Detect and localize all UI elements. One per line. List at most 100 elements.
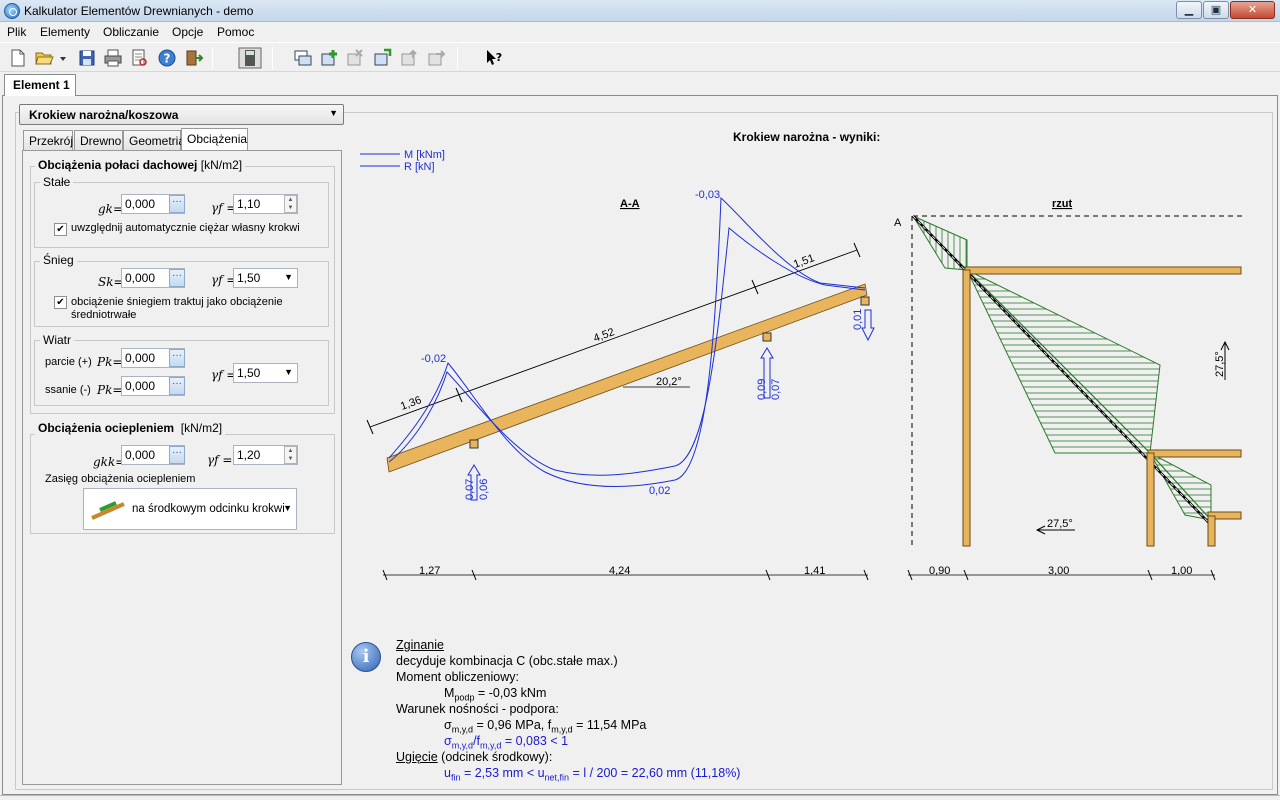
insulation-unit: [kN/m2]	[180, 421, 223, 435]
gkk-dialog-button[interactable]: ···	[169, 446, 185, 464]
gf-insulation-spinner[interactable]: ▲ ▼	[284, 446, 297, 464]
diagram-title: Krokiew narożna - wyniki:	[733, 130, 880, 144]
print-preview-icon[interactable]	[129, 48, 149, 68]
self-weight-checkbox[interactable]: ✔	[54, 223, 67, 236]
dim-tick	[751, 279, 759, 295]
wind-pressure-dialog-button[interactable]: ···	[169, 349, 185, 367]
pk-suction-label: Pk=	[97, 383, 123, 397]
windows-icon[interactable]	[293, 48, 313, 68]
move-up-icon[interactable]	[399, 48, 419, 68]
support-2	[762, 332, 772, 342]
moment-label-2: 0,02	[649, 485, 670, 497]
element-type-value: Krokiew narożna/koszowa	[29, 108, 179, 122]
roof-loads-title: Obciążenia połaci dachowej [kN/m2]	[35, 158, 246, 172]
results-text: i Zginanie decyduje kombinacja C (obc.st…	[345, 630, 845, 790]
wind-suction-dialog-button[interactable]: ···	[169, 377, 185, 395]
insulation-title: Obciążenia ociepleniem [kN/m2]	[35, 421, 226, 435]
close-button[interactable]: ✕	[1230, 1, 1275, 19]
span-label-1: 1,27	[419, 565, 440, 577]
print-icon[interactable]	[103, 48, 123, 68]
rafter-beam	[386, 283, 868, 473]
maximize-button[interactable]: ▣	[1203, 1, 1229, 19]
chevron-down-icon: ▼	[329, 108, 338, 118]
capacity-condition-label: Warunek nośności - podpora:	[396, 702, 559, 716]
exit-icon[interactable]	[184, 48, 204, 68]
menu-bar: Plik Elementy Obliczanie Opcje Pomoc	[0, 22, 1280, 42]
svg-text:?: ?	[164, 52, 171, 66]
utilization-ratio: σm,y,d/fm,y,d = 0,083 < 1	[444, 734, 569, 751]
reaction-label-1b: 0,06	[478, 479, 490, 500]
plan-label: rzut	[1052, 198, 1073, 210]
chevron-down-icon: ▼	[284, 367, 293, 377]
beam-range-icon	[91, 501, 125, 520]
section-mark: A	[894, 217, 902, 229]
element-type-select[interactable]: Krokiew narożna/koszowa ▼	[19, 104, 344, 125]
menu-elementy[interactable]: Elementy	[40, 25, 90, 39]
calculator-icon[interactable]	[238, 47, 262, 69]
plan-angle-h-label: 27,5°	[1047, 518, 1073, 530]
insulation-range-select[interactable]: na środkowym odcinku krokwi ▼	[83, 488, 297, 530]
insulation-range-value: na środkowym odcinku krokwi	[132, 503, 285, 515]
minimize-button[interactable]: ▁	[1176, 1, 1202, 19]
stress-values: σm,y,d = 0,96 MPa, fm,y,d = 11,54 MPa	[444, 718, 647, 735]
gf-wind-select[interactable]: 1,50 ▼	[233, 363, 298, 383]
snow-title: Śnieg	[40, 253, 77, 267]
permanent-title: Stałe	[40, 175, 74, 189]
title-bar: Kalkulator Elementów Drewnianych - demo …	[0, 0, 1280, 22]
results-diagram: Krokiew narożna - wyniki: M [kNm] R [kN]…	[345, 120, 1275, 590]
help-icon[interactable]: ?	[157, 48, 177, 68]
snow-duration-checkbox[interactable]: ✔	[54, 296, 67, 309]
reaction-label-1a: 0,07	[464, 479, 476, 500]
open-folder-icon[interactable]	[34, 48, 54, 68]
gf-snow-select[interactable]: 1,50 ▼	[233, 268, 298, 288]
save-icon[interactable]	[77, 48, 97, 68]
reaction-label-3: 0,01	[852, 309, 864, 330]
menu-obliczanie[interactable]: Obliczanie	[103, 25, 159, 39]
menu-pomoc[interactable]: Pomoc	[217, 25, 254, 39]
dim-tick	[366, 419, 374, 435]
pk-pressure-label: Pk=	[97, 355, 123, 369]
length-label-3: 1,51	[792, 252, 816, 271]
moment-label-3: -0,03	[695, 189, 720, 201]
context-help-icon[interactable]: ?	[484, 48, 504, 68]
roof-loads-unit: [kN/m2]	[200, 158, 243, 172]
slope-dimension-line	[369, 249, 858, 428]
new-file-icon[interactable]	[8, 48, 28, 68]
design-moment-label: Moment obliczeniowy:	[396, 670, 519, 684]
tab-przekroj[interactable]: Przekrój	[23, 130, 73, 150]
copy-element-icon[interactable]	[372, 48, 392, 68]
plan-angle-v-label: 27,5°	[1214, 351, 1226, 377]
dim-tick	[853, 242, 861, 258]
gk-label: gk=	[98, 202, 124, 216]
gk-dialog-button[interactable]: ···	[169, 195, 185, 213]
angle-label: 20,2°	[656, 376, 682, 388]
info-icon: i	[351, 642, 381, 672]
loads-panel: Obciążenia połaci dachowej [kN/m2] Stałe…	[22, 150, 342, 785]
tab-geometria[interactable]: Geometria	[123, 130, 185, 150]
decisive-combination: decyduje kombinacja C (obc.stałe max.)	[396, 654, 618, 668]
tab-obciazenia[interactable]: Obciążenia	[181, 128, 248, 151]
legend-r-label: R [kN]	[404, 161, 435, 173]
span-label-3: 1,41	[804, 565, 825, 577]
sk-label: Sk=	[98, 275, 124, 289]
gf-permanent-spinner[interactable]: ▲ ▼	[284, 195, 297, 213]
chevron-down-icon: ▼	[284, 272, 293, 282]
plan-beam-top	[964, 266, 1242, 275]
move-right-icon[interactable]	[426, 48, 446, 68]
plan-column-left	[962, 269, 971, 547]
add-element-icon[interactable]	[319, 48, 339, 68]
section-label: A-A	[620, 198, 640, 210]
tab-element-1[interactable]: Element 1	[4, 74, 76, 96]
svg-text:?: ?	[496, 51, 502, 64]
support-1	[469, 439, 479, 449]
menu-opcje[interactable]: Opcje	[172, 25, 203, 39]
length-label-1: 1,36	[399, 394, 423, 413]
wind-title: Wiatr	[40, 333, 74, 347]
menu-plik[interactable]: Plik	[7, 25, 26, 39]
open-dropdown-icon[interactable]	[58, 48, 68, 68]
tab-drewno[interactable]: Drewno	[74, 130, 123, 150]
plan-beam-middle	[1147, 449, 1242, 458]
sk-dialog-button[interactable]: ···	[169, 269, 185, 287]
toolbar-separator	[457, 47, 458, 69]
delete-element-icon[interactable]	[345, 48, 365, 68]
